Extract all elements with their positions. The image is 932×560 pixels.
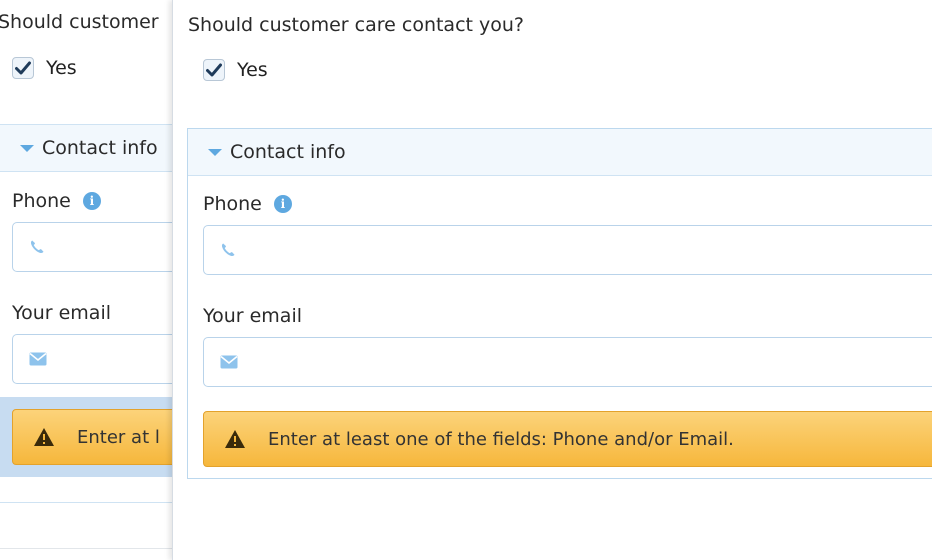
email-label: Your email (203, 305, 302, 327)
background-section-title: Contact info (42, 137, 158, 159)
background-phone-label-text: Phone (12, 190, 71, 212)
contact-info-section-header[interactable]: Contact info (188, 129, 932, 176)
background-section-header[interactable]: Contact info (0, 125, 174, 172)
warning-icon (33, 427, 55, 447)
email-input[interactable] (246, 337, 932, 387)
validation-warning: Enter at least one of the fields: Phone … (203, 411, 932, 467)
email-label-text: Your email (203, 305, 302, 327)
question-text: Should customer care contact you? (188, 14, 525, 36)
consent-checkbox[interactable] (203, 59, 225, 81)
background-consent-checkbox[interactable] (12, 57, 34, 79)
consent-label: Yes (237, 59, 268, 81)
background-phone-input[interactable] (12, 222, 174, 272)
phone-label-text: Phone (203, 193, 262, 215)
phone-label: Phone i (203, 193, 292, 215)
triangle-down-icon (208, 148, 222, 156)
background-email-input[interactable] (12, 334, 174, 384)
contact-info-section: Contact info Phone i Your email Enter at… (187, 128, 932, 479)
background-email-label: Your email (12, 302, 111, 324)
envelope-icon (220, 355, 238, 369)
background-form-pane: Should customer Yes Contact info Phone i… (0, 0, 174, 560)
checkmark-icon (206, 63, 222, 77)
background-question-text: Should customer (0, 11, 159, 33)
phone-input[interactable] (244, 225, 932, 275)
phone-input-field[interactable] (203, 225, 932, 275)
warning-icon (224, 429, 246, 449)
phone-icon (221, 243, 235, 257)
background-warning-text: Enter at l (77, 426, 160, 448)
contact-info-section-title: Contact info (230, 141, 346, 163)
foreground-form-pane: Should customer care contact you? Yes Co… (172, 0, 932, 560)
background-consent-checkbox-row[interactable]: Yes (12, 57, 77, 79)
email-input-field[interactable] (203, 337, 932, 387)
validation-warning-text: Enter at least one of the fields: Phone … (268, 428, 734, 450)
background-warning-message: Enter at l (12, 409, 174, 465)
info-icon[interactable]: i (82, 192, 101, 210)
envelope-icon (29, 352, 47, 366)
background-divider-bottom (0, 502, 174, 503)
phone-icon (30, 240, 44, 254)
background-consent-label: Yes (46, 57, 77, 79)
background-phone-label: Phone i (12, 190, 101, 212)
triangle-down-icon (20, 144, 34, 152)
info-icon[interactable]: i (273, 195, 292, 213)
background-email-label-text: Your email (12, 302, 111, 324)
background-divider-footer (0, 548, 174, 549)
consent-checkbox-row[interactable]: Yes (203, 59, 268, 81)
checkmark-icon (15, 61, 31, 75)
